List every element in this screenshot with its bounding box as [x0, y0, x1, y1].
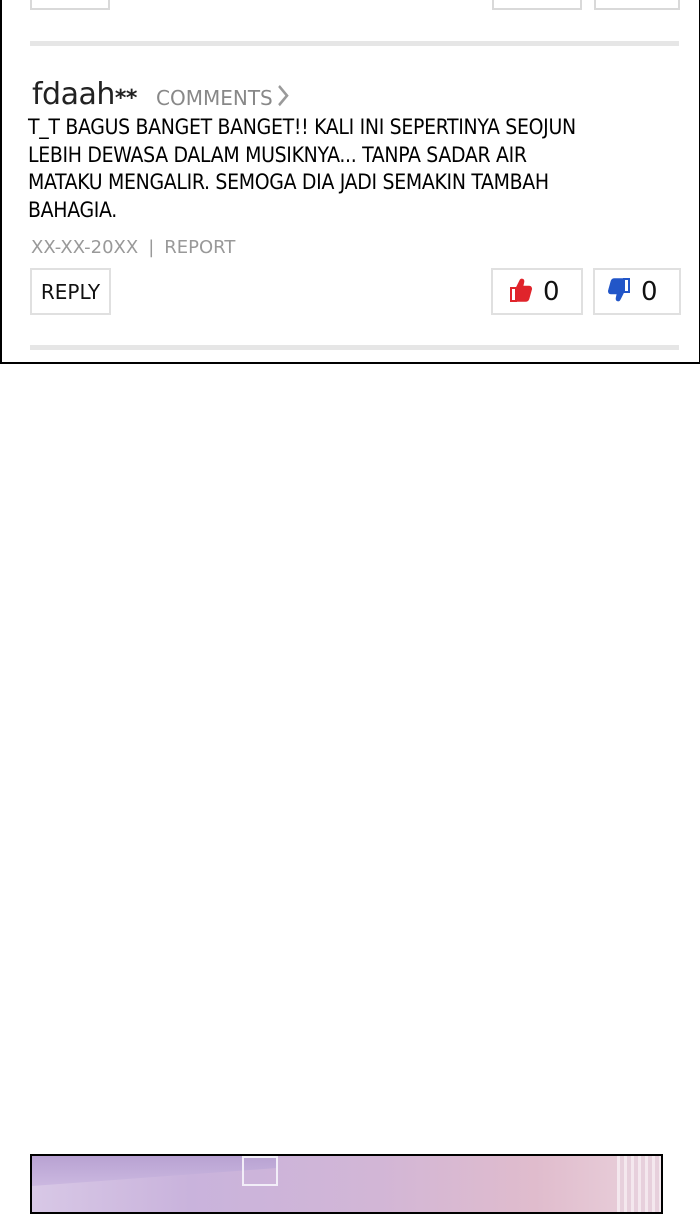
- report-link[interactable]: REPORT: [164, 237, 235, 258]
- username-mask: **: [114, 86, 138, 111]
- comment-body: T_T BAGUS BANGET BANGET!! KALI INI SEPER…: [28, 115, 576, 222]
- previous-dislike-button[interactable]: [594, 0, 680, 10]
- chevron-right-icon: [277, 84, 289, 113]
- comment-divider: [30, 41, 679, 46]
- like-button[interactable]: 0: [491, 268, 583, 315]
- artwork-window: [242, 1156, 278, 1186]
- thumbs-down-icon: [607, 277, 631, 307]
- artwork-curtain: [617, 1156, 661, 1212]
- comic-panel-artwork: [30, 1154, 663, 1214]
- reply-button[interactable]: REPLY: [30, 268, 111, 315]
- comment-panel: fdaah** COMMENTS T_T BAGUS BANGET BANGET…: [0, 0, 700, 364]
- like-count: 0: [543, 276, 560, 307]
- previous-like-button[interactable]: [492, 0, 582, 10]
- dislike-count: 0: [641, 276, 658, 307]
- comment-username[interactable]: fdaah**: [32, 78, 137, 112]
- comment-divider-bottom: [30, 345, 679, 350]
- comment-meta: XX-XX-20XX | REPORT: [31, 237, 235, 259]
- previous-comment-actions: [2, 0, 699, 16]
- comments-link-label[interactable]: COMMENTS: [156, 86, 273, 110]
- reply-button-label[interactable]: REPLY: [41, 280, 100, 304]
- dislike-button[interactable]: 0: [593, 268, 681, 315]
- comments-link[interactable]: COMMENTS: [156, 84, 289, 113]
- comment-date: XX-XX-20XX: [31, 237, 139, 258]
- meta-separator: |: [148, 237, 155, 258]
- thumbs-up-icon: [509, 277, 533, 307]
- username-text[interactable]: fdaah: [32, 77, 115, 112]
- previous-reply-button[interactable]: [30, 0, 110, 10]
- artwork-ceiling: [32, 1156, 277, 1186]
